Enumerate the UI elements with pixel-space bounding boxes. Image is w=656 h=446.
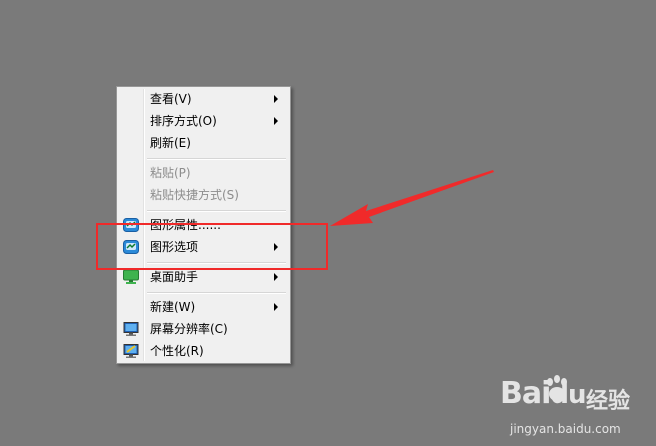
menu-item-new[interactable]: 新建(W) bbox=[119, 296, 288, 318]
menu-item-view[interactable]: 查看(V) bbox=[119, 88, 288, 110]
baidu-jingyan-watermark: Baidu 经验 jingyan.baidu.com bbox=[500, 375, 650, 442]
menu-item-desktop-assistant[interactable]: 桌面助手 bbox=[119, 266, 288, 288]
menu-item-graphics-options[interactable]: 图形选项 bbox=[119, 236, 288, 258]
menu-separator bbox=[147, 210, 286, 212]
menu-item-label: 屏幕分辨率(C) bbox=[150, 322, 228, 336]
menu-separator bbox=[147, 158, 286, 160]
context-menu: 查看(V) 排序方式(O) 刷新(E) 粘贴(P) 粘贴快捷方式(S) 图形属性… bbox=[116, 86, 291, 364]
menu-item-label: 图形选项 bbox=[150, 240, 199, 254]
menu-item-label: 图形属性...... bbox=[150, 218, 221, 232]
submenu-arrow-icon bbox=[274, 117, 278, 125]
desktop-assistant-icon bbox=[123, 269, 139, 285]
paw-icon bbox=[547, 375, 567, 401]
jingyan-label: 经验 bbox=[586, 389, 631, 414]
submenu-arrow-icon bbox=[274, 273, 278, 281]
menu-item-label: 粘贴快捷方式(S) bbox=[150, 188, 239, 202]
monitor-icon bbox=[123, 321, 139, 337]
submenu-arrow-icon bbox=[274, 303, 278, 311]
menu-item-label: 粘贴(P) bbox=[150, 166, 191, 180]
submenu-arrow-icon bbox=[274, 243, 278, 251]
personalize-monitor-icon bbox=[123, 343, 139, 359]
watermark-url: jingyan.baidu.com bbox=[510, 422, 621, 436]
menu-separator bbox=[147, 292, 286, 294]
menu-item-label: 排序方式(O) bbox=[150, 114, 217, 128]
menu-item-screen-resolution[interactable]: 屏幕分辨率(C) bbox=[119, 318, 288, 340]
baidu-logo: Baidu bbox=[500, 376, 587, 411]
menu-item-sort-by[interactable]: 排序方式(O) bbox=[119, 110, 288, 132]
intel-graphics-icon bbox=[123, 217, 139, 233]
menu-item-label: 查看(V) bbox=[150, 92, 192, 106]
menu-item-paste: 粘贴(P) bbox=[119, 162, 288, 184]
menu-item-paste-shortcut: 粘贴快捷方式(S) bbox=[119, 184, 288, 206]
menu-item-graphics-properties[interactable]: 图形属性...... bbox=[119, 214, 288, 236]
menu-item-refresh[interactable]: 刷新(E) bbox=[119, 132, 288, 154]
menu-item-label: 新建(W) bbox=[150, 300, 196, 314]
intel-graphics-icon bbox=[123, 239, 139, 255]
menu-item-label: 个性化(R) bbox=[150, 344, 204, 358]
submenu-arrow-icon bbox=[274, 95, 278, 103]
menu-item-personalize[interactable]: 个性化(R) bbox=[119, 340, 288, 362]
menu-item-label: 桌面助手 bbox=[150, 270, 199, 284]
menu-item-label: 刷新(E) bbox=[150, 136, 191, 150]
menu-separator bbox=[147, 262, 286, 264]
